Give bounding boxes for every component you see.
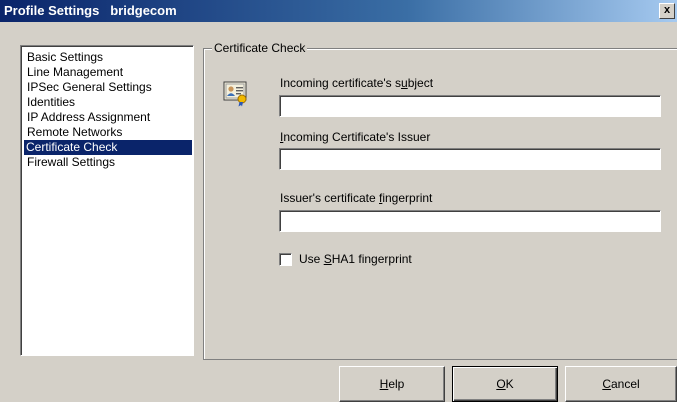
certificate-issuer-input[interactable]: [279, 148, 661, 170]
nav-item-ip-address-assignment[interactable]: IP Address Assignment: [25, 110, 152, 125]
fingerprint-label: Issuer's certificate fingerprint: [280, 191, 433, 205]
profile-name: bridgecom: [110, 3, 177, 18]
nav-item-certificate-check[interactable]: Certificate Check: [24, 140, 192, 155]
nav-item-firewall-settings[interactable]: Firewall Settings: [25, 155, 117, 170]
issuer-fingerprint-input[interactable]: [279, 210, 661, 232]
window-title: Profile Settings bridgecom: [4, 3, 177, 18]
nav-item-remote-networks[interactable]: Remote Networks: [25, 125, 124, 140]
nav-item-line-management[interactable]: Line Management: [25, 65, 125, 80]
sha1-fingerprint-label[interactable]: Use SHA1 fingerprint: [299, 252, 412, 266]
certificate-subject-input[interactable]: [279, 95, 661, 117]
help-button[interactable]: Help: [339, 366, 445, 402]
nav-item-ipsec-general-settings[interactable]: IPSec General Settings: [25, 80, 154, 95]
cancel-button[interactable]: Cancel: [565, 366, 677, 402]
nav-item-basic-settings[interactable]: Basic Settings: [25, 50, 105, 65]
ok-button[interactable]: OK: [452, 366, 558, 402]
group-title: Certificate Check: [212, 41, 308, 55]
title-bar: Profile Settings bridgecom x: [0, 0, 677, 22]
issuer-label: Incoming Certificate's Issuer: [280, 130, 431, 144]
nav-item-identities[interactable]: Identities: [25, 95, 77, 110]
settings-category-list[interactable]: Basic Settings Line Management IPSec Gen…: [20, 45, 194, 356]
subject-label: Incoming certificate's subject: [280, 76, 434, 90]
sha1-fingerprint-checkbox[interactable]: [279, 253, 292, 266]
certificate-icon: [222, 79, 250, 107]
close-button[interactable]: x: [659, 3, 675, 19]
